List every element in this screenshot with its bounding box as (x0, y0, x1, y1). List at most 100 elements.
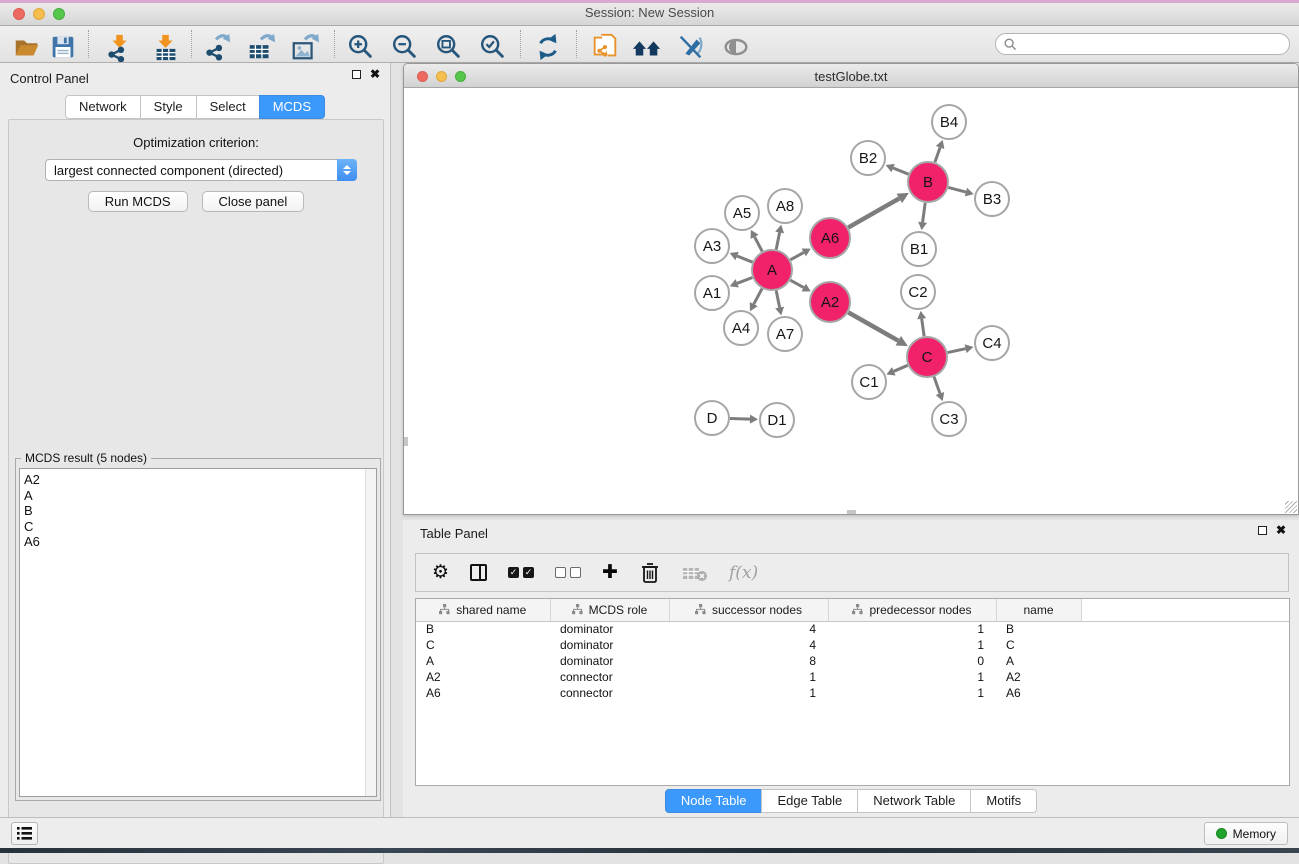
network-window-titlebar[interactable]: testGlobe.txt (404, 64, 1298, 88)
table-cell[interactable]: A6 (996, 685, 1081, 701)
table-cell[interactable]: C (996, 637, 1081, 653)
refresh-icon[interactable] (532, 31, 564, 63)
export-image-icon[interactable] (289, 31, 321, 63)
table-row[interactable]: Adominator80A (416, 653, 1289, 669)
graph-edge-B-B3[interactable] (948, 187, 966, 192)
memory-button[interactable]: Memory (1204, 822, 1288, 845)
function-builder-icon[interactable]: f(x) (729, 563, 758, 583)
network-from-file-icon[interactable] (589, 31, 621, 63)
table-cell[interactable]: 1 (828, 685, 996, 701)
graph-edge-C-C3[interactable] (934, 377, 940, 394)
list-item[interactable]: A2 (24, 472, 376, 488)
float-panel-icon[interactable] (1258, 526, 1267, 535)
add-column-icon[interactable]: ✚ (602, 563, 618, 582)
graph-edge-A-A7[interactable] (776, 291, 779, 308)
tab-mcds[interactable]: MCDS (259, 95, 325, 119)
zoom-in-icon[interactable] (345, 31, 377, 63)
export-table-icon[interactable] (245, 31, 277, 63)
table-cell[interactable]: A2 (416, 669, 550, 685)
table-cell[interactable]: 8 (669, 653, 828, 669)
column-header-predecessor-nodes[interactable]: predecessor nodes (828, 599, 996, 621)
list-item[interactable]: B (24, 503, 376, 519)
delete-column-icon[interactable] (639, 561, 661, 585)
close-panel-icon[interactable]: ✖ (1276, 526, 1286, 535)
node-table[interactable]: shared nameMCDS rolesuccessor nodesprede… (416, 599, 1289, 701)
table-header-row[interactable]: shared nameMCDS rolesuccessor nodesprede… (416, 599, 1289, 621)
graph-edge-A-A3[interactable] (737, 256, 752, 262)
table-cell[interactable]: 1 (669, 685, 828, 701)
network-graph[interactable]: AA1A2A3A4A5A6A7A8BB1B2B3B4CC1C2C3C4DD1 (404, 88, 1298, 514)
list-item[interactable]: A (24, 488, 376, 504)
table-cell[interactable]: connector (550, 669, 669, 685)
table-row[interactable]: Bdominator41B (416, 621, 1289, 637)
table-row[interactable]: A2connector11A2 (416, 669, 1289, 685)
table-cell[interactable]: 4 (669, 621, 828, 637)
table-cell[interactable]: dominator (550, 637, 669, 653)
float-panel-icon[interactable] (352, 70, 361, 79)
search-box[interactable] (995, 33, 1290, 55)
graph-edge-A-A4[interactable] (754, 289, 762, 305)
table-cell[interactable]: 4 (669, 637, 828, 653)
search-input[interactable] (1021, 35, 1289, 53)
tab-network-table[interactable]: Network Table (857, 789, 971, 813)
table-cell[interactable]: connector (550, 685, 669, 701)
close-panel-button[interactable]: Close panel (202, 191, 305, 212)
scrollbar[interactable] (365, 469, 376, 796)
column-header-name[interactable]: name (996, 599, 1081, 621)
zoom-out-icon[interactable] (389, 31, 421, 63)
column-header-successor-nodes[interactable]: successor nodes (669, 599, 828, 621)
open-session-icon[interactable] (11, 31, 43, 63)
tab-select[interactable]: Select (196, 95, 260, 119)
table-cell[interactable]: dominator (550, 621, 669, 637)
table-settings-icon[interactable]: ⚙ (432, 563, 449, 582)
export-network-icon[interactable] (202, 31, 234, 63)
table-cell[interactable]: dominator (550, 653, 669, 669)
column-header-shared-name[interactable]: shared name (416, 599, 550, 621)
table-row[interactable]: Cdominator41C (416, 637, 1289, 653)
criterion-select[interactable]: largest connected component (directed) (45, 159, 357, 181)
table-cell[interactable]: B (996, 621, 1081, 637)
graph-edge-B-B2[interactable] (893, 168, 908, 174)
close-panel-icon[interactable]: ✖ (370, 70, 380, 79)
table-row[interactable]: A6connector11A6 (416, 685, 1289, 701)
graph-edge-A6-B[interactable] (848, 198, 899, 227)
task-history-button[interactable] (11, 822, 38, 845)
hide-columns-icon[interactable] (555, 567, 581, 578)
list-item[interactable]: A6 (24, 534, 376, 550)
table-cell[interactable]: 1 (828, 669, 996, 685)
show-columns-icon[interactable]: ✓✓ (508, 567, 534, 578)
graph-edge-D-D1[interactable] (730, 419, 750, 420)
table-cell[interactable]: 1 (669, 669, 828, 685)
run-mcds-button[interactable]: Run MCDS (88, 191, 188, 212)
column-view-icon[interactable] (470, 564, 487, 581)
zoom-fit-icon[interactable] (433, 31, 465, 63)
graph-edge-B-B4[interactable] (935, 147, 940, 162)
column-header-MCDS-role[interactable]: MCDS role (550, 599, 669, 621)
import-table-icon[interactable] (150, 31, 182, 63)
graph-edge-C-C2[interactable] (922, 319, 924, 336)
table-cell[interactable]: A6 (416, 685, 550, 701)
table-cell[interactable]: C (416, 637, 550, 653)
graph-edge-A-A5[interactable] (755, 237, 763, 252)
hide-annotations-icon[interactable] (675, 31, 707, 63)
zoom-selected-icon[interactable] (477, 31, 509, 63)
graph-edge-A-A8[interactable] (776, 232, 779, 249)
eye-icon[interactable] (720, 31, 752, 63)
table-cell[interactable]: 0 (828, 653, 996, 669)
tab-network[interactable]: Network (65, 95, 141, 119)
graph-edge-C-C1[interactable] (894, 365, 908, 371)
save-session-icon[interactable] (47, 31, 79, 63)
mcds-result-list[interactable]: A2ABCA6 (19, 468, 377, 797)
graph-edge-A-A1[interactable] (737, 278, 752, 284)
resize-handle-icon[interactable] (1285, 501, 1297, 513)
table-cell[interactable]: A (996, 653, 1081, 669)
graph-edge-B-B1[interactable] (923, 203, 926, 222)
table-cell[interactable]: 1 (828, 637, 996, 653)
graph-edge-A2-C[interactable] (848, 312, 898, 340)
graph-edge-C-C4[interactable] (948, 349, 966, 353)
list-item[interactable]: C (24, 519, 376, 535)
graph-edge-A-A6[interactable] (790, 252, 803, 259)
tab-style[interactable]: Style (140, 95, 197, 119)
tab-node-table[interactable]: Node Table (665, 789, 763, 813)
tab-motifs[interactable]: Motifs (970, 789, 1037, 813)
